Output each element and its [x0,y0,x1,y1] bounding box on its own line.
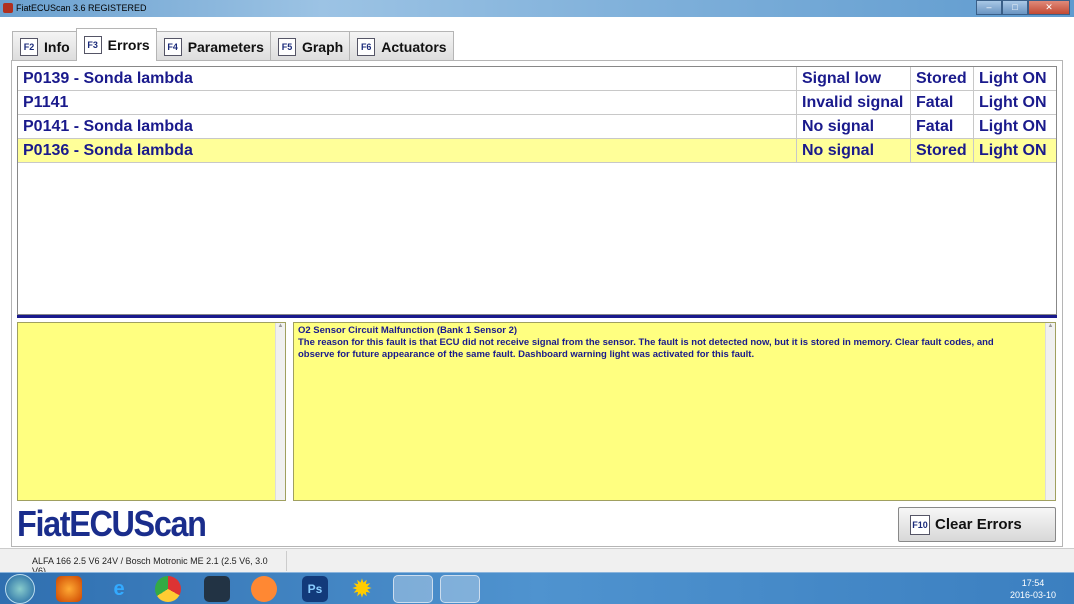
error-row[interactable]: P1141 Invalid signal Fatal Light ON [18,91,1056,115]
tab-bar: F2 Info F3 Errors F4 Parameters F5 Graph F6 A… [12,28,454,61]
f5-key-icon: F5 [277,37,296,56]
error-status: Signal low [797,67,911,90]
error-code: P1141 [18,91,797,114]
tab-label: Errors [107,37,150,53]
scrollbar[interactable]: ▲ [1045,323,1055,500]
minimize-button[interactable]: – [976,0,1002,15]
f6-key-icon: F6 [357,37,376,56]
tab-label: Info [44,38,70,55]
title-bar: FiatECUScan 3.6 REGISTERED – □ ✕ [0,0,1074,17]
app-icon [3,3,13,13]
tab-graph[interactable]: F5 Graph [269,31,351,61]
error-code: P0136 - Sonda lambda [18,139,797,162]
media-player-icon[interactable] [251,576,277,602]
sun-app-icon[interactable]: ✹ [349,576,375,602]
tab-errors[interactable]: F3 Errors [75,28,157,61]
button-label: Clear Errors [935,516,1022,533]
error-code: P0139 - Sonda lambda [18,67,797,90]
tab-info[interactable]: F2 Info [12,31,77,61]
left-info-pane: ▲ [17,322,286,501]
description-title: O2 Sensor Circuit Malfunction (Bank 1 Se… [298,325,518,336]
f3-key-icon: F3 [83,36,102,54]
tab-label: Graph [301,38,344,55]
close-button[interactable]: ✕ [1028,0,1070,15]
start-button[interactable] [5,574,35,604]
remote-desktop-icon[interactable] [204,576,230,602]
fiatecuscan-logo: FiatECUScan [17,503,207,544]
error-type: Stored [911,67,974,90]
error-light: Light ON [979,94,1047,111]
tab-parameters[interactable]: F4 Parameters [155,31,271,61]
vehicle-info: ALFA 166 2.5 V6 24V / Bosch Motronic ME … [27,551,287,576]
taskbar: e Ps ✹ 17:54 2016-03-10 [0,572,1074,604]
clock[interactable]: 17:54 2016-03-10 [1010,577,1056,601]
error-status: No signal [797,115,911,138]
error-code: P0141 - Sonda lambda [18,115,797,138]
clock-date: 2016-03-10 [1009,590,1056,600]
firefox-icon[interactable] [56,576,82,602]
tab-actuators[interactable]: F6 Actuators [349,31,454,61]
status-bar: ALFA 166 2.5 V6 24V / Bosch Motronic ME … [0,548,1074,576]
error-type: Fatal [911,115,974,138]
error-list: P0139 - Sonda lambda Signal low Stored Ligh… [17,66,1057,315]
description-text: The reason for this fault is that ECU di… [298,337,994,360]
window-title: FiatECUScan 3.6 REGISTERED [16,3,147,13]
clock-time: 17:54 [1021,578,1045,588]
error-row[interactable]: P0139 - Sonda lambda Signal low Stored Ligh… [18,67,1056,91]
chrome-icon[interactable] [155,576,181,602]
error-row-selected[interactable]: P0136 - Sonda lambda No signal Stored Light… [18,139,1056,163]
f10-key-icon: F10 [910,514,930,535]
error-description-pane: O2 Sensor Circuit Malfunction (Bank 1 Se… [293,322,1056,501]
divider [17,315,1057,318]
error-status: Invalid signal [797,91,911,114]
tab-label: Parameters [187,38,264,55]
error-row[interactable]: P0141 - Sonda lambda No signal Fatal Light … [18,115,1056,139]
photoshop-icon[interactable]: Ps [302,576,328,602]
fiatecuscan-taskbar-icon[interactable] [440,575,480,603]
f2-key-icon: F2 [20,37,38,56]
error-light: Light ON [979,70,1047,87]
clear-errors-button[interactable]: F10 Clear Errors [898,507,1056,542]
f4-key-icon: F4 [163,37,182,56]
error-type: Stored [911,139,974,162]
error-light: Light ON [979,118,1047,135]
error-light: Light ON [979,142,1047,159]
scrollbar[interactable]: ▲ [275,323,285,500]
internet-explorer-icon[interactable]: e [106,576,132,602]
error-status: No signal [797,139,911,162]
error-type: Fatal [911,91,974,114]
file-explorer-icon[interactable] [393,575,433,603]
tab-label: Actuators [381,38,447,55]
maximize-button[interactable]: □ [1002,0,1028,15]
